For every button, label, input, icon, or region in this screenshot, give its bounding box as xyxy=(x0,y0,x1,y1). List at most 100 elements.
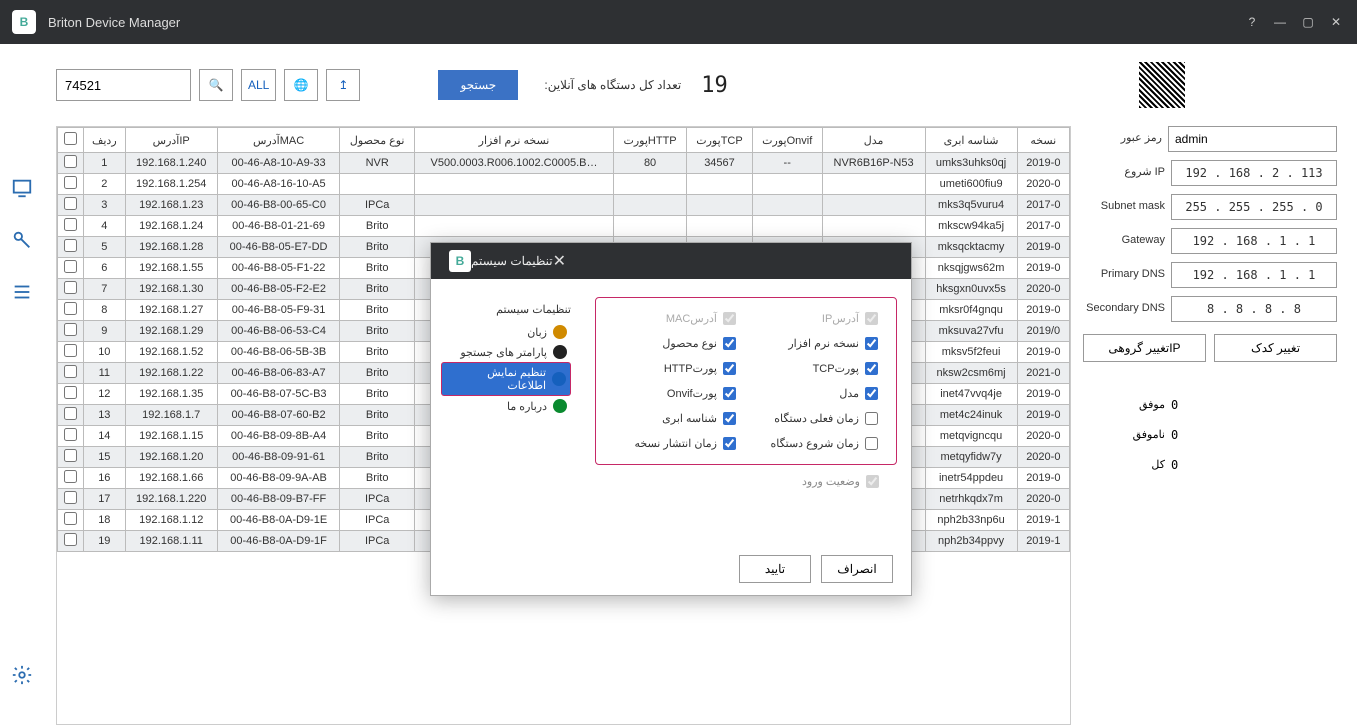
dialog-options: آدرسIPآدرسMACنسخه نرم افزارنوع محصولپورت… xyxy=(581,279,911,595)
display-option[interactable]: شناسه ابری xyxy=(614,412,736,425)
start-ip-label: IP شروع xyxy=(1083,166,1171,179)
all-button[interactable]: ALL xyxy=(241,69,276,101)
subnet-input[interactable]: 255 . 255 . 255 . 0 xyxy=(1171,194,1337,220)
sidebar-monitor-icon[interactable] xyxy=(8,174,36,202)
display-option[interactable]: نسخه نرم افزار xyxy=(756,337,878,350)
column-header[interactable]: پورتHTTP xyxy=(614,128,687,153)
option-checkbox[interactable] xyxy=(865,387,878,400)
row-checkbox[interactable] xyxy=(64,470,77,483)
maximize-icon[interactable]: ▢ xyxy=(1299,13,1317,31)
system-settings-dialog: ✕ تنظیمات سیستم B تنظیمات سیستم زبانپارا… xyxy=(430,242,912,596)
row-checkbox[interactable] xyxy=(64,512,77,525)
sdns-label: Secondary DNS xyxy=(1083,302,1171,315)
row-checkbox[interactable] xyxy=(64,407,77,420)
close-icon[interactable]: ✕ xyxy=(1327,13,1345,31)
row-checkbox[interactable] xyxy=(64,533,77,546)
display-option[interactable]: زمان فعلی دستگاه xyxy=(756,412,878,425)
table-row[interactable]: 4192.168.1.2400-46-B8-01-21-69Britomkscw… xyxy=(58,216,1070,237)
upload-button[interactable]: ↥ xyxy=(326,69,360,101)
sidebar xyxy=(0,44,44,725)
column-header[interactable]: نسخه xyxy=(1017,128,1069,153)
pdns-input[interactable]: 192 . 168 . 1 . 1 xyxy=(1171,262,1337,288)
search-button[interactable]: 🔍 xyxy=(199,69,233,101)
option-checkbox[interactable] xyxy=(723,437,736,450)
row-checkbox[interactable] xyxy=(64,176,77,189)
start-ip-input[interactable]: 192 . 168 . 2 . 113 xyxy=(1171,160,1337,186)
total-count: 0 xyxy=(1171,458,1178,472)
column-header[interactable]: آدرسMAC xyxy=(217,128,340,153)
row-checkbox[interactable] xyxy=(64,239,77,252)
group-ip-button[interactable]: تغییر گروهیIP xyxy=(1083,334,1206,362)
row-checkbox[interactable] xyxy=(64,365,77,378)
column-header[interactable]: آدرسIP xyxy=(125,128,217,153)
option-checkbox[interactable] xyxy=(865,412,878,425)
password-label: رمز عبور xyxy=(1083,132,1168,145)
column-header[interactable]: ردیف xyxy=(84,128,126,153)
help-icon[interactable]: ? xyxy=(1243,13,1261,31)
display-option[interactable]: زمان انتشار نسخه xyxy=(614,437,736,450)
fail-label: ناموفق xyxy=(1083,428,1171,442)
codec-button[interactable]: تغییر کدک xyxy=(1214,334,1337,362)
display-option[interactable]: مدل xyxy=(756,387,878,400)
sidebar-settings-icon[interactable] xyxy=(8,661,36,689)
row-checkbox[interactable] xyxy=(64,155,77,168)
table-row[interactable]: 1192.168.1.24000-46-A8-10-A9-33NVRV500.0… xyxy=(58,153,1070,174)
option-checkbox[interactable] xyxy=(723,387,736,400)
column-header[interactable]: پورتOnvif xyxy=(752,128,822,153)
dialog-close-icon[interactable]: ✕ xyxy=(553,251,566,271)
search-input[interactable] xyxy=(56,69,191,101)
row-checkbox[interactable] xyxy=(64,428,77,441)
dialog-confirm-button[interactable]: تایید xyxy=(739,555,811,583)
option-checkbox[interactable] xyxy=(865,437,878,450)
row-checkbox[interactable] xyxy=(64,386,77,399)
display-option[interactable]: نوع محصول xyxy=(614,337,736,350)
globe-button[interactable]: 🌐 xyxy=(284,69,318,101)
primary-search-button[interactable]: جستجو xyxy=(438,70,518,100)
row-checkbox[interactable] xyxy=(64,218,77,231)
select-all-checkbox[interactable] xyxy=(64,132,77,145)
dialog-title: تنظیمات سیستم xyxy=(471,254,553,268)
column-header[interactable]: مدل xyxy=(822,128,925,153)
row-checkbox[interactable] xyxy=(64,260,77,273)
column-header[interactable]: پورتTCP xyxy=(687,128,753,153)
dialog-menu-item[interactable]: زبان xyxy=(441,322,571,342)
dialog-menu-item[interactable]: تنظیم نمایش اطلاعات xyxy=(441,362,571,396)
column-header[interactable]: نوع محصول xyxy=(340,128,415,153)
table-row[interactable]: 2192.168.1.25400-46-A8-16-10-A5umeti600f… xyxy=(58,174,1070,195)
dialog-menu-item[interactable]: درباره ما xyxy=(441,396,571,416)
display-option[interactable]: پورتHTTP xyxy=(614,362,736,375)
option-checkbox[interactable] xyxy=(865,337,878,350)
display-option[interactable]: پورتTCP xyxy=(756,362,878,375)
app-logo: B xyxy=(12,10,36,34)
option-checkbox[interactable] xyxy=(865,362,878,375)
row-checkbox[interactable] xyxy=(64,323,77,336)
fail-count: 0 xyxy=(1171,428,1178,442)
column-header[interactable]: شناسه ابری xyxy=(925,128,1017,153)
row-checkbox[interactable] xyxy=(64,449,77,462)
dialog-sidebar: تنظیمات سیستم زبانپارامتر های جستجوتنظیم… xyxy=(431,279,581,595)
sidebar-list-icon[interactable] xyxy=(8,278,36,306)
option-checkbox[interactable] xyxy=(723,337,736,350)
option-checkbox[interactable] xyxy=(723,412,736,425)
option-checkbox[interactable] xyxy=(723,362,736,375)
qr-code-icon[interactable] xyxy=(1139,62,1185,108)
row-checkbox[interactable] xyxy=(64,344,77,357)
row-checkbox[interactable] xyxy=(64,197,77,210)
sdns-input[interactable]: 8 . 8 . 8 . 8 xyxy=(1171,296,1337,322)
gateway-input[interactable]: 192 . 168 . 1 . 1 xyxy=(1171,228,1337,254)
right-panel: رمز عبور IP شروع192 . 168 . 2 . 113 Subn… xyxy=(1083,126,1345,725)
password-input[interactable] xyxy=(1168,126,1337,152)
dialog-cancel-button[interactable]: انصراف xyxy=(821,555,893,583)
app-title: Briton Device Manager xyxy=(48,15,180,30)
pdns-label: Primary DNS xyxy=(1083,268,1171,281)
minimize-icon[interactable]: — xyxy=(1271,13,1289,31)
dialog-menu-item[interactable]: پارامتر های جستجو xyxy=(441,342,571,362)
display-option[interactable]: زمان شروع دستگاه xyxy=(756,437,878,450)
row-checkbox[interactable] xyxy=(64,281,77,294)
column-header[interactable]: نسخه نرم افزار xyxy=(415,128,614,153)
sidebar-wrench-icon[interactable] xyxy=(8,226,36,254)
table-row[interactable]: 3192.168.1.2300-46-B8-00-65-C0IPCamks3q5… xyxy=(58,195,1070,216)
row-checkbox[interactable] xyxy=(64,302,77,315)
row-checkbox[interactable] xyxy=(64,491,77,504)
display-option[interactable]: پورتOnvif xyxy=(614,387,736,400)
